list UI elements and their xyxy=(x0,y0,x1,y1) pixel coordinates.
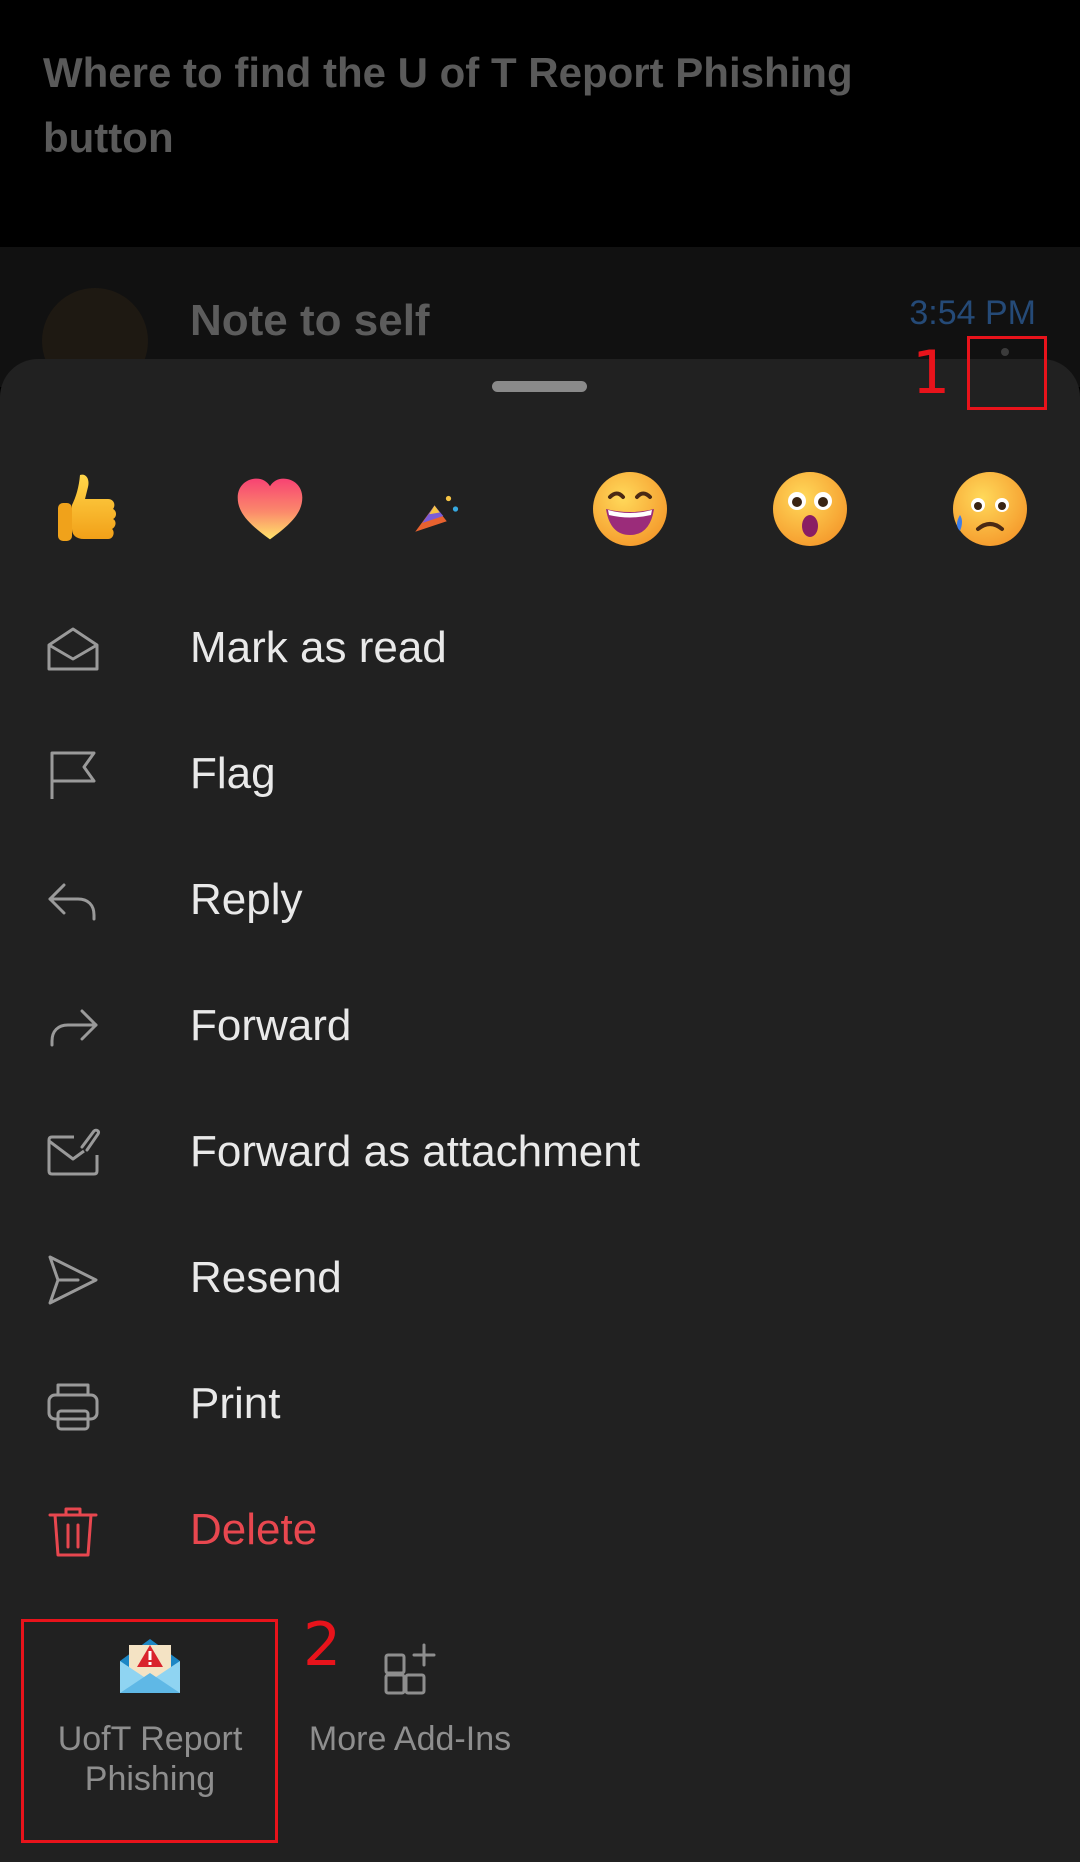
heart-icon xyxy=(237,478,303,540)
reaction-heart[interactable] xyxy=(220,459,320,559)
add-ins-grid-icon xyxy=(384,1643,436,1695)
mail-attachment-icon xyxy=(47,1128,100,1176)
reaction-surprised[interactable] xyxy=(760,459,860,559)
email-subject: Where to find the U of T Report Phishing… xyxy=(43,49,853,161)
send-icon xyxy=(48,1255,98,1305)
thumbs-up-icon xyxy=(58,474,116,541)
printer-icon xyxy=(47,1383,99,1431)
screen: Where to find the U of T Report Phishing… xyxy=(0,0,1080,1862)
flag-icon xyxy=(50,751,96,799)
menu-label: Print xyxy=(190,1379,281,1428)
addin-label-more: More Add-Ins xyxy=(308,1720,512,1758)
menu-item-print[interactable]: Print xyxy=(0,1341,1080,1467)
menu-label: Resend xyxy=(190,1253,342,1302)
grinning-face-icon xyxy=(593,472,667,546)
reply-icon xyxy=(48,883,96,921)
reaction-party[interactable] xyxy=(388,459,488,559)
forward-icon xyxy=(50,1009,98,1047)
menu-item-mark-as-read[interactable]: Mark as read xyxy=(0,585,1080,711)
reactions-bar xyxy=(0,459,1080,559)
menu-label: Flag xyxy=(190,749,276,798)
party-popper-icon xyxy=(415,495,459,532)
email-header: Where to find the U of T Report Phishing… xyxy=(0,0,1080,247)
annotation-box-1 xyxy=(967,336,1047,410)
reaction-grinning[interactable] xyxy=(580,459,680,559)
menu-item-reply[interactable]: Reply xyxy=(0,837,1080,963)
annotation-box-2 xyxy=(21,1619,278,1843)
menu-label: Reply xyxy=(190,875,303,924)
actions-menu: Mark as read Flag Reply Forward Forward … xyxy=(0,585,1080,1593)
menu-item-resend[interactable]: Resend xyxy=(0,1215,1080,1341)
menu-item-forward[interactable]: Forward xyxy=(0,963,1080,1089)
sender-name: Note to self xyxy=(190,296,430,345)
envelope-open-icon xyxy=(47,627,99,671)
menu-item-delete[interactable]: Delete xyxy=(0,1467,1080,1593)
annotation-number-1: 1 xyxy=(912,338,951,408)
menu-label: Forward as attachment xyxy=(190,1127,640,1176)
menu-label: Mark as read xyxy=(190,623,447,672)
sad-face-icon xyxy=(953,472,1027,546)
reaction-thumbs-up[interactable] xyxy=(40,459,140,559)
annotation-number-2: 2 xyxy=(303,1610,342,1680)
menu-label: Delete xyxy=(190,1505,318,1554)
menu-item-flag[interactable]: Flag xyxy=(0,711,1080,837)
drag-handle[interactable] xyxy=(492,381,587,392)
menu-item-forward-as-attachment[interactable]: Forward as attachment xyxy=(0,1089,1080,1215)
trash-icon xyxy=(48,1507,98,1557)
reaction-sad[interactable] xyxy=(940,459,1040,559)
surprised-face-icon xyxy=(773,472,847,546)
menu-label: Forward xyxy=(190,1001,352,1050)
email-time: 3:54 PM xyxy=(909,294,1036,332)
